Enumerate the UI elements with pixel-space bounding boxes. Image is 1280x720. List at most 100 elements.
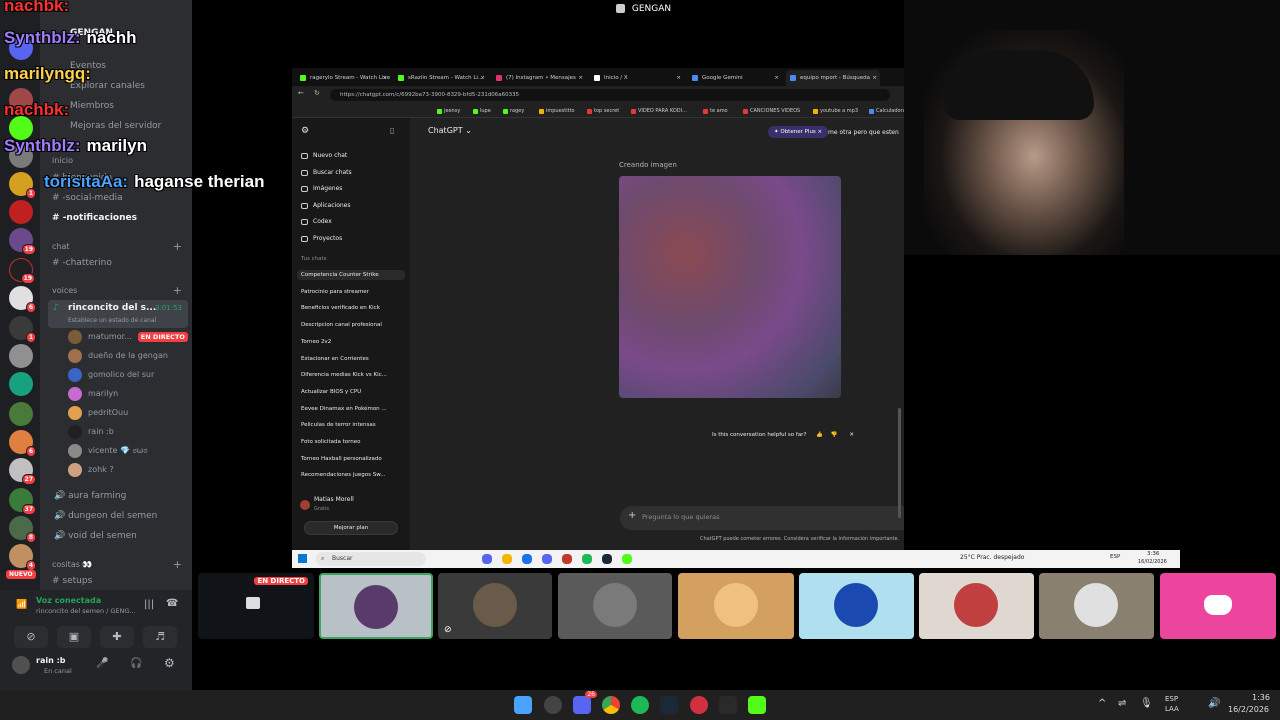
app-icon[interactable] — [542, 554, 552, 564]
server-icon[interactable] — [9, 402, 33, 426]
category-voices[interactable]: voices — [52, 286, 77, 295]
participant-tile[interactable] — [1039, 573, 1154, 639]
lang-indicator[interactable]: ESP — [1110, 554, 1120, 560]
voice-user[interactable]: marilyn — [68, 385, 118, 403]
bookmark[interactable]: Calculadora — [868, 106, 904, 116]
reload-icon[interactable]: ↻ — [314, 89, 320, 97]
chat-history-item[interactable]: Estacionar en Corrientes — [301, 356, 369, 362]
chat-history-item[interactable]: Competencia Counter Strike — [297, 270, 405, 280]
clock-date[interactable]: 16/2/2026 — [1228, 705, 1269, 714]
chat-history-item[interactable]: Torneo Haxball personalizado — [301, 456, 382, 462]
voice-user[interactable]: dueño de la gengan — [68, 347, 168, 365]
app-icon[interactable] — [690, 696, 708, 714]
volume-icon[interactable]: 🔊 — [1208, 698, 1220, 709]
browser-tab[interactable]: ragerylo Stream - Watch Live... × — [296, 70, 390, 86]
category-chat[interactable]: chat — [52, 242, 70, 251]
prompt-box[interactable]: + Pregunta lo que quieras 🎙 ≋ — [620, 506, 904, 530]
server-icon[interactable] — [9, 200, 33, 224]
chat-history-item[interactable]: Recomendaciones juegos Sw... — [301, 472, 385, 478]
chat-history-item[interactable]: Peliculas de terror intensas — [301, 422, 376, 428]
taskbar-search[interactable]: ⌕ Buscar — [316, 552, 426, 566]
chat-history-item[interactable]: Descripcion canal profesional — [301, 322, 382, 328]
camera-off-button[interactable]: ⊘ — [14, 626, 48, 648]
add-channel-icon[interactable]: + — [173, 284, 182, 297]
attach-plus-icon[interactable]: + — [628, 510, 636, 521]
steam-icon[interactable] — [660, 696, 678, 714]
activities-button[interactable]: ✚ — [100, 626, 134, 648]
tray-chevron-icon[interactable]: ^ — [1098, 698, 1106, 709]
clock-date[interactable]: 16/02/2026 — [1138, 559, 1167, 565]
tab-close-icon[interactable]: × — [676, 70, 681, 86]
participant-tile[interactable]: ⊘ — [438, 573, 552, 639]
app-icon[interactable] — [562, 554, 572, 564]
bookmark[interactable]: jeensy — [436, 106, 460, 116]
participant-tile[interactable] — [799, 573, 914, 639]
network-icon[interactable]: ⇌ — [1118, 698, 1126, 709]
app-icon[interactable] — [719, 696, 737, 714]
thumbs-up-icon[interactable]: 👍 — [816, 432, 823, 438]
tab-close-icon[interactable]: × — [480, 70, 485, 86]
menu-boosts[interactable]: Mejoras del servidor — [70, 118, 161, 134]
mic-icon[interactable]: 🎤 — [96, 658, 108, 669]
windows-start-icon[interactable] — [298, 554, 307, 563]
app-icon[interactable] — [602, 554, 612, 564]
chat-history-item[interactable]: Patrocinio para streamer — [301, 289, 369, 295]
bookmark[interactable]: ragey — [502, 106, 524, 116]
channel-notificaciones[interactable]: # -notificaciones — [52, 210, 137, 226]
bookmark[interactable]: top secret — [586, 106, 619, 116]
discord-icon[interactable]: 26 — [573, 691, 597, 714]
tab-close-icon[interactable]: × — [578, 70, 583, 86]
spotify-icon[interactable] — [631, 696, 649, 714]
server-icon[interactable]: 6 — [9, 430, 36, 457]
user-name[interactable]: Matias Morell — [314, 496, 354, 503]
add-channel-icon[interactable]: + — [173, 240, 182, 253]
browser-tab[interactable]: sRaziin Stream - Watch Li... × — [394, 70, 488, 86]
lang-top[interactable]: ESP — [1165, 695, 1178, 703]
kick-icon[interactable] — [748, 696, 766, 714]
voice-user[interactable]: pedritOuu — [68, 404, 128, 422]
tab-close-icon[interactable]: × — [774, 70, 779, 86]
windows-start-icon[interactable] — [514, 696, 532, 714]
server-icon[interactable]: 1 — [9, 316, 36, 343]
active-voice-channel[interactable]: ♪ rinconcito del s... 3:01:53 Establece … — [48, 300, 188, 328]
server-icon[interactable]: 8 — [9, 516, 36, 543]
mic-icon[interactable]: 🎙 — [1140, 698, 1153, 709]
server-icon[interactable]: 19 — [9, 258, 35, 284]
stream-tile-live[interactable]: EN DIRECTO — [198, 573, 314, 639]
upgrade-plan-button[interactable]: Mejorar plan — [304, 521, 398, 535]
voice-channel-dungeon[interactable]: 🔊 dungeon del semen — [54, 508, 157, 524]
chrome-icon[interactable] — [602, 696, 620, 714]
app-icon[interactable] — [502, 554, 512, 564]
server-icon[interactable] — [9, 344, 33, 368]
server-icon[interactable]: 19 — [9, 228, 36, 255]
soundboard-button[interactable]: ♬ — [143, 626, 177, 648]
server-icon[interactable]: 4 — [9, 544, 36, 571]
category-cositas[interactable]: cositas 👀 — [52, 560, 92, 569]
get-plus-button[interactable]: ✦ Obtener Plus × — [768, 126, 829, 138]
server-icon[interactable]: 1 — [9, 172, 36, 199]
chatgpt-nav-item[interactable]: Codex — [301, 215, 332, 229]
bookmark[interactable]: te amo — [702, 106, 728, 116]
voice-user[interactable]: gomolico del sur — [68, 366, 154, 384]
chat-history-item[interactable]: Foto solicitada torneo — [301, 439, 361, 445]
sidebar-toggle-icon[interactable]: ▯ — [390, 126, 394, 135]
participant-tile[interactable] — [558, 573, 672, 639]
voice-channel-void[interactable]: 🔊 void del semen — [54, 528, 137, 544]
server-icon[interactable]: 6 — [9, 286, 36, 313]
add-channel-icon[interactable]: + — [173, 558, 182, 571]
chat-history-item[interactable]: Torneo 2v2 — [301, 339, 331, 345]
app-icon[interactable] — [544, 696, 562, 714]
chatgpt-nav-item[interactable]: Imágenes — [301, 182, 342, 196]
server-icon[interactable] — [9, 372, 33, 396]
voice-user[interactable]: matumor... EN DIRECTO — [68, 328, 188, 346]
back-icon[interactable]: ← — [298, 89, 304, 97]
noise-suppression-icon[interactable]: ||| — [144, 599, 154, 610]
clock-time[interactable]: 3:36 — [1147, 551, 1159, 557]
browser-tab[interactable]: Google Gemini × — [688, 70, 782, 86]
menu-members[interactable]: Miembros — [70, 98, 114, 114]
bookmark[interactable]: lupe — [472, 106, 491, 116]
app-icon[interactable] — [522, 554, 532, 564]
bookmark[interactable]: impuestitto — [538, 106, 575, 116]
settings-gear-icon[interactable]: ⚙ — [164, 656, 175, 670]
channel-setups[interactable]: # setups — [52, 573, 92, 589]
